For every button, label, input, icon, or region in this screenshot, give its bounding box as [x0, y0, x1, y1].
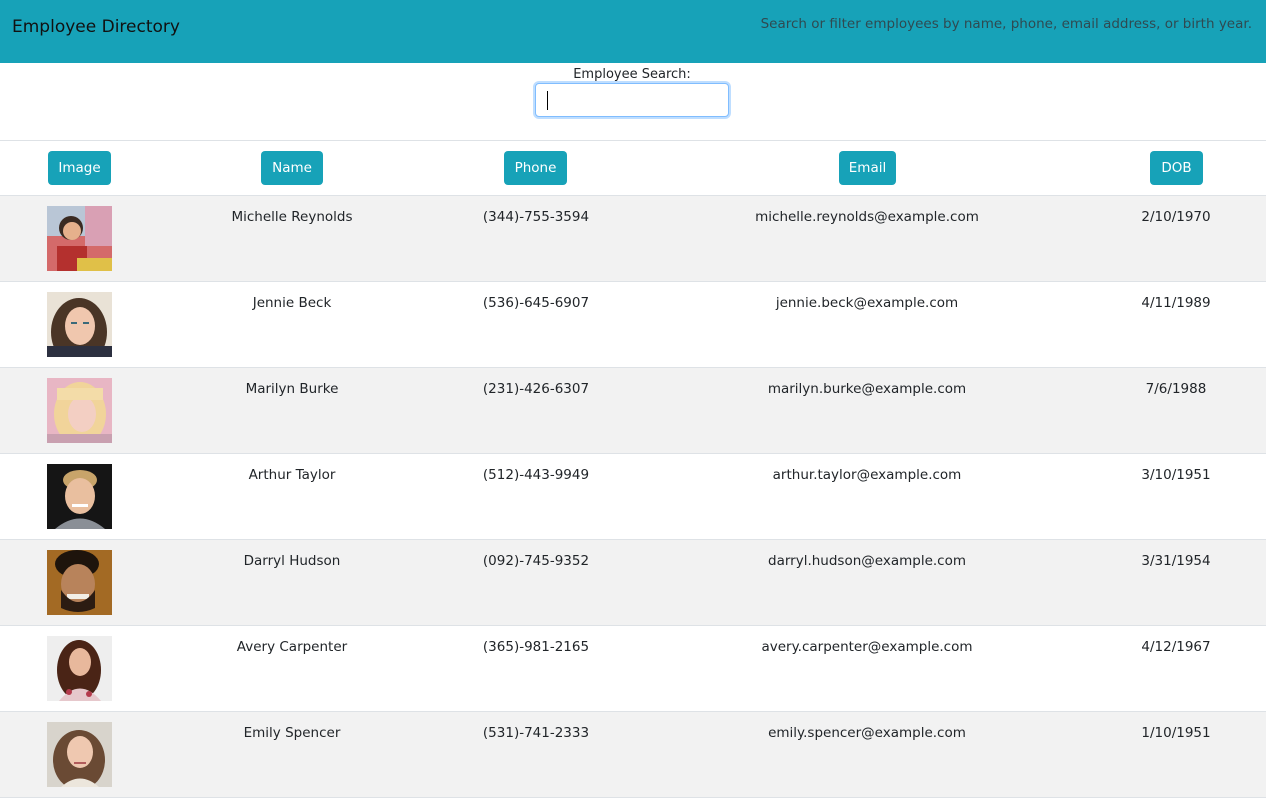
employee-email: michelle.reynolds@example.com	[755, 209, 979, 225]
employee-email: darryl.hudson@example.com	[768, 553, 966, 569]
employee-dob: 7/6/1988	[1145, 381, 1207, 397]
employee-email: avery.carpenter@example.com	[761, 639, 973, 655]
sort-name-button[interactable]: Name	[261, 151, 323, 185]
employee-table-body: Michelle Reynolds (344)-755-3594 michell…	[0, 196, 1266, 798]
search-section: Employee Search:	[0, 63, 1266, 141]
employee-photo	[47, 206, 112, 271]
employee-dob: 3/10/1951	[1141, 467, 1211, 483]
table-row: Jennie Beck (536)-645-6907 jennie.beck@e…	[0, 282, 1266, 368]
employee-name: Avery Carpenter	[236, 639, 348, 655]
employee-phone: (092)-745-9352	[482, 553, 590, 569]
sort-phone-button[interactable]: Phone	[504, 151, 567, 185]
employee-phone: (512)-443-9949	[482, 467, 590, 483]
table-row: Avery Carpenter (365)-981-2165 avery.car…	[0, 626, 1266, 712]
employee-phone: (536)-645-6907	[482, 295, 590, 311]
sort-dob-button[interactable]: DOB	[1150, 151, 1203, 185]
sort-email-button[interactable]: Email	[839, 151, 896, 185]
text-caret	[547, 91, 548, 110]
employee-email: marilyn.burke@example.com	[767, 381, 967, 397]
employee-name: Michelle Reynolds	[231, 209, 353, 225]
table-row: Marilyn Burke (231)-426-6307 marilyn.bur…	[0, 368, 1266, 454]
employee-photo	[47, 636, 112, 701]
employee-photo	[47, 550, 112, 615]
employee-photo	[47, 722, 112, 787]
table-row: Darryl Hudson (092)-745-9352 darryl.huds…	[0, 540, 1266, 626]
employee-dob: 4/11/1989	[1141, 295, 1211, 311]
search-label: Employee Search:	[573, 67, 691, 82]
employee-name: Darryl Hudson	[243, 553, 341, 569]
search-input[interactable]	[535, 83, 729, 117]
employee-dob: 2/10/1970	[1141, 209, 1211, 225]
table-row: Emily Spencer (531)-741-2333 emily.spenc…	[0, 712, 1266, 798]
sort-image-button[interactable]: Image	[48, 151, 111, 185]
employee-email: emily.spencer@example.com	[768, 725, 966, 741]
table-header: Image Name Phone Email DOB	[0, 141, 1266, 196]
employee-email: arthur.taylor@example.com	[772, 467, 962, 483]
employee-phone: (531)-741-2333	[482, 725, 590, 741]
page-subtitle: Search or filter employees by name, phon…	[760, 16, 1252, 32]
employee-email: jennie.beck@example.com	[775, 295, 959, 311]
employee-name: Arthur Taylor	[248, 467, 336, 483]
employee-phone: (344)-755-3594	[482, 209, 590, 225]
employee-photo	[47, 378, 112, 443]
employee-photo	[47, 464, 112, 529]
employee-phone: (231)-426-6307	[482, 381, 590, 397]
page-header: Employee Directory Search or filter empl…	[0, 0, 1266, 63]
employee-dob: 3/31/1954	[1141, 553, 1211, 569]
employee-photo	[47, 292, 112, 357]
employee-dob: 1/10/1951	[1141, 725, 1211, 741]
employee-name: Jennie Beck	[252, 295, 332, 311]
table-row: Michelle Reynolds (344)-755-3594 michell…	[0, 196, 1266, 282]
page-title: Employee Directory	[12, 17, 180, 37]
employee-dob: 4/12/1967	[1141, 639, 1211, 655]
employee-name: Emily Spencer	[243, 725, 341, 741]
table-row: Arthur Taylor (512)-443-9949 arthur.tayl…	[0, 454, 1266, 540]
employee-phone: (365)-981-2165	[482, 639, 590, 655]
employee-name: Marilyn Burke	[245, 381, 339, 397]
